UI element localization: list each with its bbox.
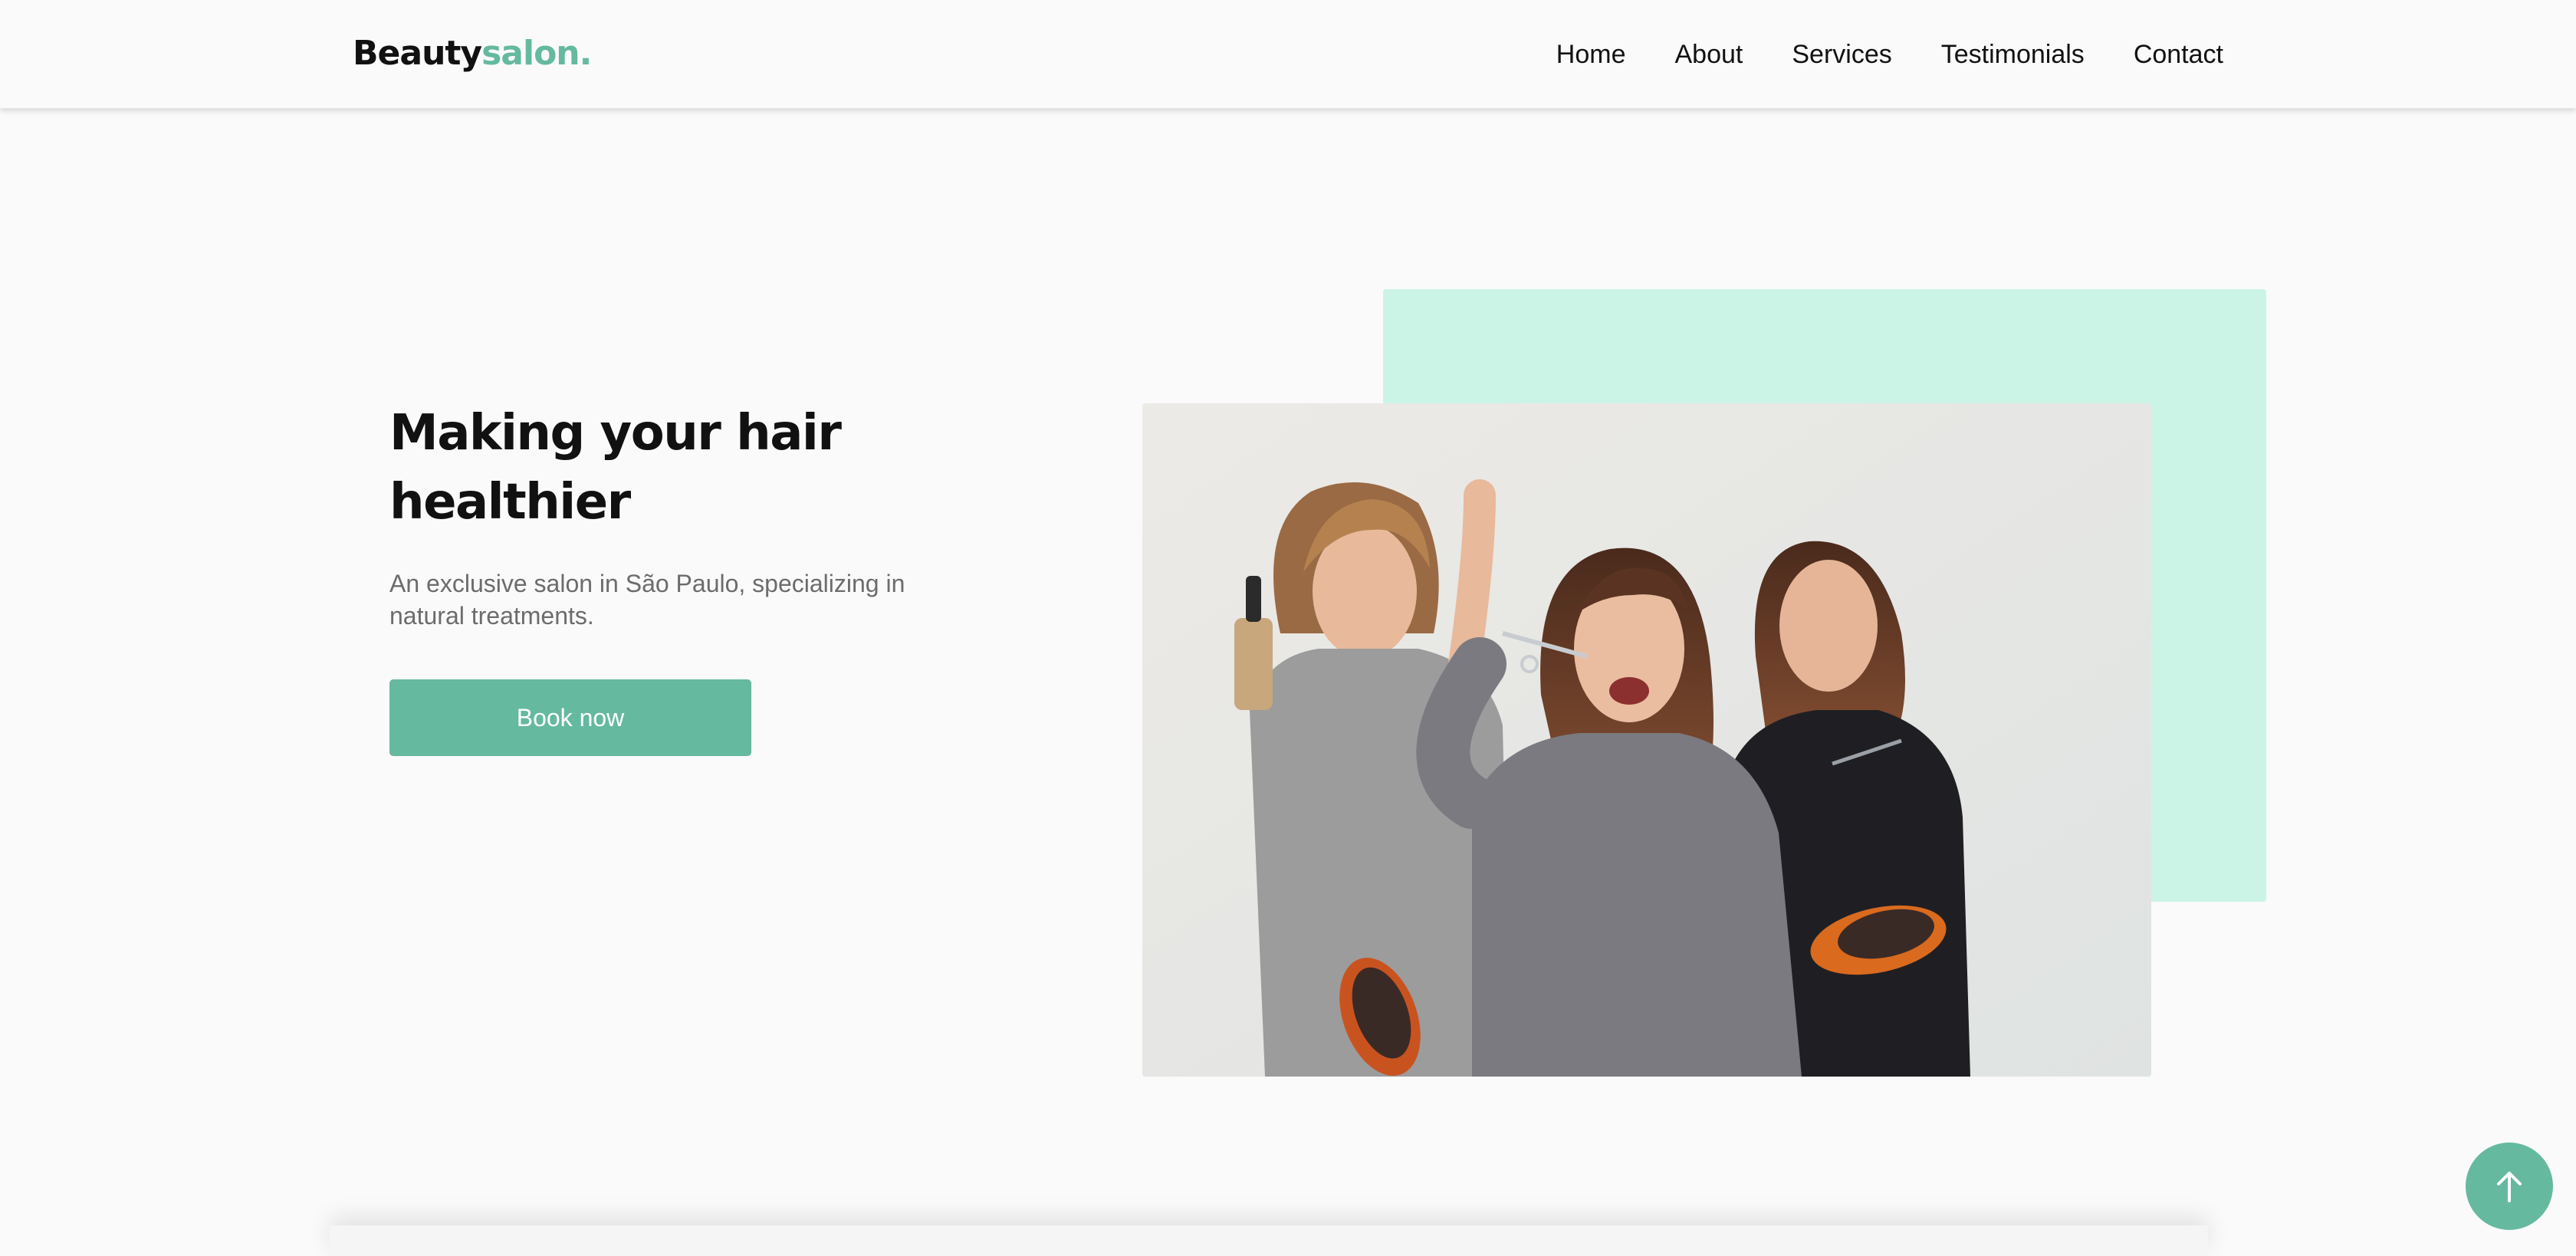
nav-link-services[interactable]: Services [1792,40,1891,70]
arrow-up-icon [2497,1172,2522,1202]
site-header: Beautysalon. Home About Services Testimo… [0,0,2576,109]
nav-link-contact[interactable]: Contact [2134,40,2223,70]
main-nav: Home About Services Testimonials Contact [1556,31,2223,78]
nav-link-testimonials[interactable]: Testimonials [1941,40,2085,70]
hero-title: Making your hair healthier [389,405,842,531]
hero-photo [1142,403,2151,1077]
nav-link-about[interactable]: About [1675,40,1743,70]
hero-text: Making your hair healthier An exclusive … [389,399,972,632]
hero-subtitle: An exclusive salon in São Paulo, special… [389,570,905,630]
book-now-button[interactable]: Book now [389,679,751,756]
next-section-edge [330,1225,2208,1256]
logo-main-text: Beauty [353,34,482,73]
logo[interactable]: Beautysalon. [353,32,592,75]
back-to-top-button[interactable] [2466,1143,2553,1230]
logo-accent-text: salon. [481,34,592,73]
nav-link-home[interactable]: Home [1556,40,1626,70]
